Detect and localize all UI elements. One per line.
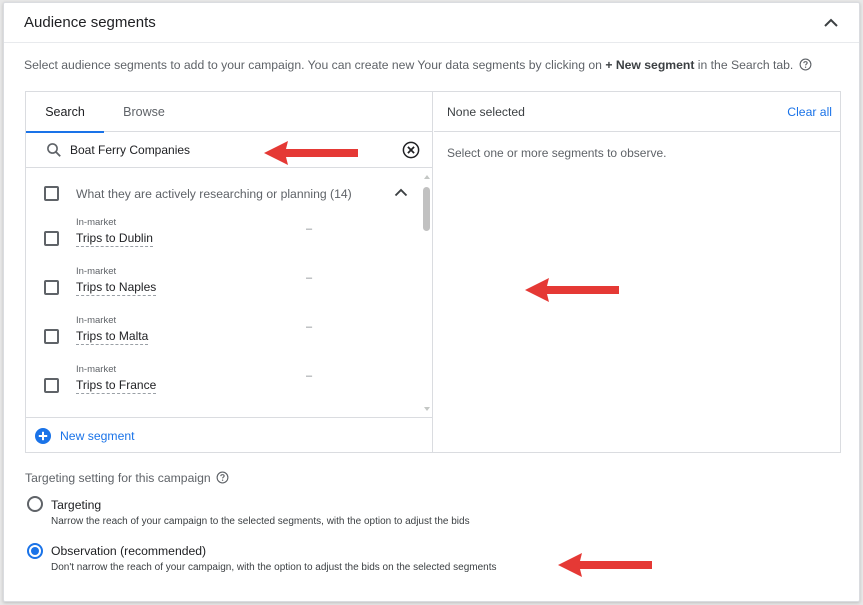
card-title: Audience segments <box>24 14 156 31</box>
observation-option-description: Don't narrow the reach of your campaign,… <box>51 562 497 573</box>
chevron-up-icon[interactable] <box>819 11 843 35</box>
segment-checkbox[interactable] <box>44 280 59 295</box>
segment-name[interactable]: Trips to Malta <box>76 329 149 345</box>
audience-segments-card: Audience segments Select audience segmen… <box>3 2 860 602</box>
segment-picker: Search Browse What they are actively res… <box>25 91 841 453</box>
group-checkbox[interactable] <box>44 186 59 201</box>
segment-name[interactable]: Trips to France <box>76 378 157 394</box>
tab-bar: Search Browse <box>26 92 432 133</box>
segment-category: In-market <box>76 266 117 277</box>
selection-header: None selected Clear all <box>434 92 840 132</box>
list-item[interactable]: In-market Trips to Malta – <box>26 307 421 356</box>
group-row[interactable]: What they are actively researching or pl… <box>26 169 421 209</box>
card-header[interactable]: Audience segments <box>4 3 859 43</box>
results-scrollbar[interactable] <box>422 169 432 417</box>
targeting-option-label[interactable]: Targeting <box>51 498 101 512</box>
arrow-left-icon <box>525 278 619 302</box>
observation-option-label[interactable]: Observation (recommended) <box>51 544 206 558</box>
clear-all-link[interactable]: Clear all <box>787 105 832 119</box>
arrow-left-icon <box>264 141 358 165</box>
segment-category: In-market <box>76 315 117 326</box>
new-segment-button[interactable]: New segment <box>34 427 135 445</box>
arrow-left-icon <box>558 553 652 577</box>
scroll-down-arrow[interactable] <box>424 407 430 411</box>
targeting-title-text: Targeting setting for this campaign <box>25 471 211 485</box>
scroll-up-arrow[interactable] <box>424 175 430 179</box>
search-pane: Search Browse What they are actively res… <box>26 92 433 452</box>
segment-category: In-market <box>76 364 117 375</box>
intro-text: Select audience segments to add to your … <box>24 58 812 74</box>
segment-checkbox[interactable] <box>44 378 59 393</box>
observation-radio[interactable] <box>27 543 43 559</box>
segment-value: – <box>306 223 313 235</box>
list-item[interactable]: In-market Trips to Naples – <box>26 258 421 307</box>
search-icon <box>46 142 62 163</box>
segment-value: – <box>306 370 313 382</box>
new-segment-label: New segment <box>60 429 135 443</box>
targeting-radio[interactable] <box>27 496 43 512</box>
targeting-option-description: Narrow the reach of your campaign to the… <box>51 516 470 527</box>
add-circle-icon <box>34 428 52 449</box>
clear-circle-icon[interactable] <box>402 141 420 159</box>
selection-pane: None selected Clear all Select one or mo… <box>434 92 840 452</box>
tab-search[interactable]: Search <box>26 92 104 133</box>
help-circle-icon[interactable] <box>799 58 812 74</box>
scroll-thumb[interactable] <box>423 187 430 231</box>
intro-suffix: in the Search tab. <box>694 58 794 72</box>
list-item[interactable]: In-market Trips to Dublin – <box>26 209 421 258</box>
help-circle-icon[interactable] <box>216 471 229 487</box>
group-label: What they are actively researching or pl… <box>76 187 352 201</box>
intro-new-segment: + New segment <box>605 58 695 72</box>
new-segment-bar: New segment <box>26 417 432 453</box>
segment-checkbox[interactable] <box>44 231 59 246</box>
tab-browse[interactable]: Browse <box>104 92 184 132</box>
segment-name[interactable]: Trips to Dublin <box>76 231 153 247</box>
segment-checkbox[interactable] <box>44 329 59 344</box>
segment-value: – <box>306 272 313 284</box>
search-bar <box>26 132 432 168</box>
segment-category: In-market <box>76 217 117 228</box>
intro-prefix: Select audience segments to add to your … <box>24 58 606 72</box>
results-list: What they are actively researching or pl… <box>26 169 432 417</box>
segment-name[interactable]: Trips to Naples <box>76 280 157 296</box>
targeting-title: Targeting setting for this campaign <box>25 471 229 487</box>
segment-value: – <box>306 321 313 333</box>
list-item[interactable]: In-market Trips to France – <box>26 356 421 405</box>
selection-hint: Select one or more segments to observe. <box>447 146 667 160</box>
selection-status: None selected <box>447 105 525 119</box>
chevron-up-icon[interactable] <box>392 184 410 207</box>
